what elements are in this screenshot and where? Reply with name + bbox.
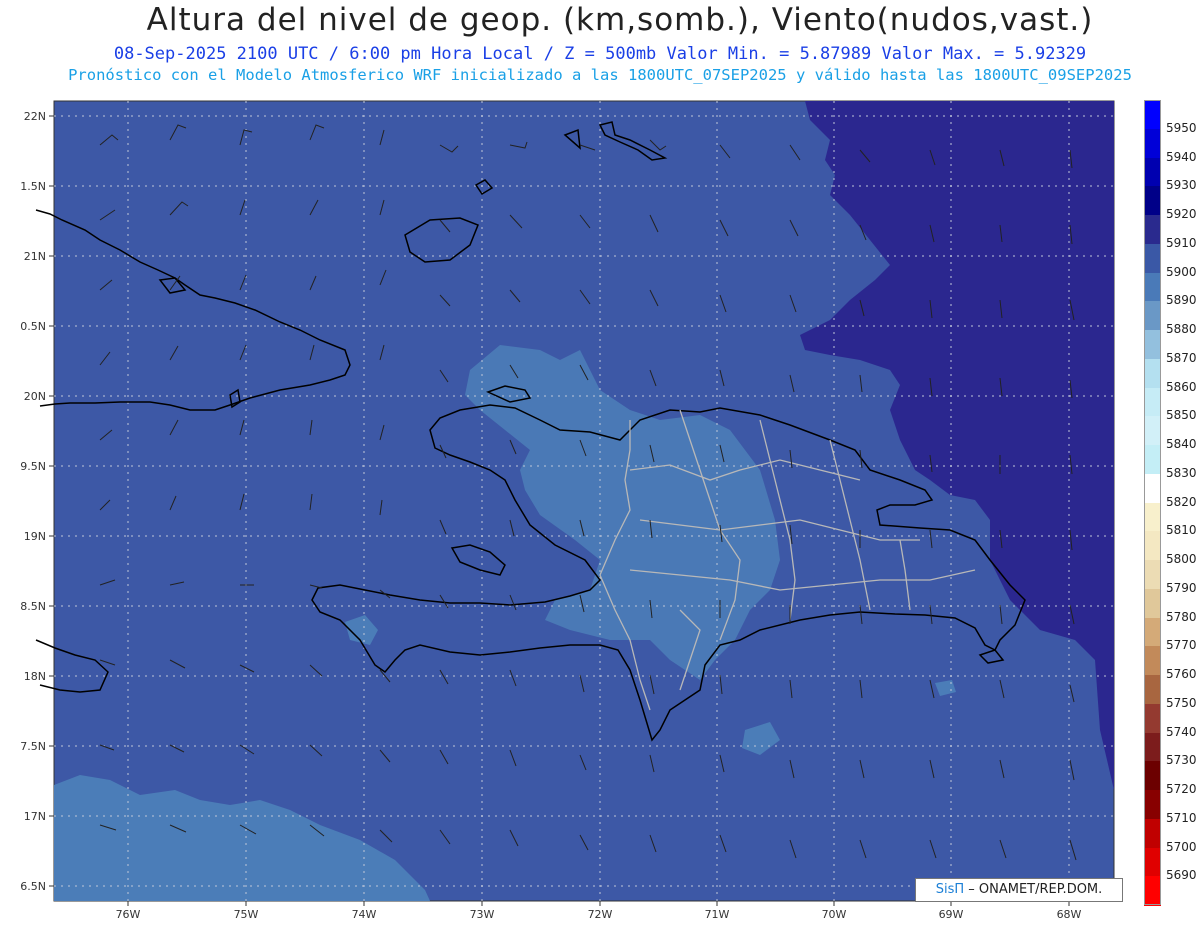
legend-label: 5890 xyxy=(1166,293,1197,308)
legend-label: 5730 xyxy=(1166,753,1197,768)
lon-label: 68W xyxy=(1057,908,1082,921)
color-bar-legend: 5950 5940 5930 5920 5910 5900 5890 5880 5870 5860… xyxy=(1144,100,1200,906)
legend-border xyxy=(1144,100,1161,905)
legend-label: 5770 xyxy=(1166,638,1197,653)
legend-label: 5910 xyxy=(1166,235,1197,250)
legend-label: 5940 xyxy=(1166,149,1197,164)
lon-label: 69W xyxy=(939,908,964,921)
legend-label: 5810 xyxy=(1166,523,1197,538)
legend-label: 5800 xyxy=(1166,552,1197,566)
lon-label: 71W xyxy=(705,908,730,921)
legend-label: 5950 xyxy=(1166,120,1197,135)
legend-label: 5750 xyxy=(1166,695,1197,710)
lat-label: 8.5N xyxy=(20,600,46,613)
model-info-line: Pronóstico con el Modelo Atmosferico WRF… xyxy=(68,66,1132,84)
legend-label: 5740 xyxy=(1166,724,1197,739)
lat-label: 17N xyxy=(24,810,46,823)
lon-label: 76W xyxy=(116,908,141,921)
lat-label: 21N xyxy=(24,250,46,263)
map-title: Altura del nivel de geop. (km,somb.), Vi… xyxy=(146,2,1094,38)
legend-label: 5840 xyxy=(1166,437,1197,451)
lat-label: 0.5N xyxy=(20,320,46,333)
legend-label: 5790 xyxy=(1166,580,1197,595)
legend-label: 5850 xyxy=(1166,408,1197,423)
legend-label: 5930 xyxy=(1166,178,1197,193)
lat-label: 20N xyxy=(24,390,46,403)
legend-label: 5690 xyxy=(1166,868,1197,883)
lat-label: 6.5N xyxy=(20,880,46,893)
forecast-map: 22N 1.5N 21N 0.5N 20N 9.5N 19N 8.5N 18N … xyxy=(20,100,1115,921)
longitude-axis-labels: 76W 75W 74W 73W 72W 71W 70W 69W 68W xyxy=(116,908,1082,921)
lon-label: 74W xyxy=(352,908,377,921)
credit-box: SisΠ – ONAMET/REP.DOM. xyxy=(915,878,1123,902)
legend-label: 5830 xyxy=(1166,465,1197,480)
legend-label: 5920 xyxy=(1166,207,1197,221)
valid-time-line: 08-Sep-2025 2100 UTC / 6:00 pm Hora Loca… xyxy=(113,44,1087,64)
lon-label: 72W xyxy=(588,908,613,921)
sispi-logo: SisΠ xyxy=(935,882,965,897)
legend-label: 5760 xyxy=(1166,667,1197,681)
legend-label: 5710 xyxy=(1166,810,1197,825)
legend-label: 5870 xyxy=(1166,350,1197,365)
lat-label: 7.5N xyxy=(20,740,46,753)
lat-label: 19N xyxy=(24,530,46,543)
credit-org: – ONAMET/REP.DOM. xyxy=(968,882,1103,897)
lat-label: 18N xyxy=(24,670,46,683)
lon-label: 70W xyxy=(822,908,847,921)
legend-label: 5700 xyxy=(1166,839,1197,854)
legend-label: 5720 xyxy=(1166,782,1197,796)
lon-label: 75W xyxy=(234,908,259,921)
lat-label: 22N xyxy=(24,110,46,123)
legend-label: 5780 xyxy=(1166,609,1197,624)
legend-label: 5880 xyxy=(1166,322,1197,336)
legend-label: 5820 xyxy=(1166,494,1197,509)
legend-label: 5860 xyxy=(1166,379,1197,394)
legend-label: 5900 xyxy=(1166,264,1197,279)
lat-label: 9.5N xyxy=(20,460,46,473)
lat-label: 1.5N xyxy=(20,180,46,193)
lon-label: 73W xyxy=(470,908,495,921)
latitude-axis-labels: 22N 1.5N 21N 0.5N 20N 9.5N 19N 8.5N 18N … xyxy=(20,110,46,893)
